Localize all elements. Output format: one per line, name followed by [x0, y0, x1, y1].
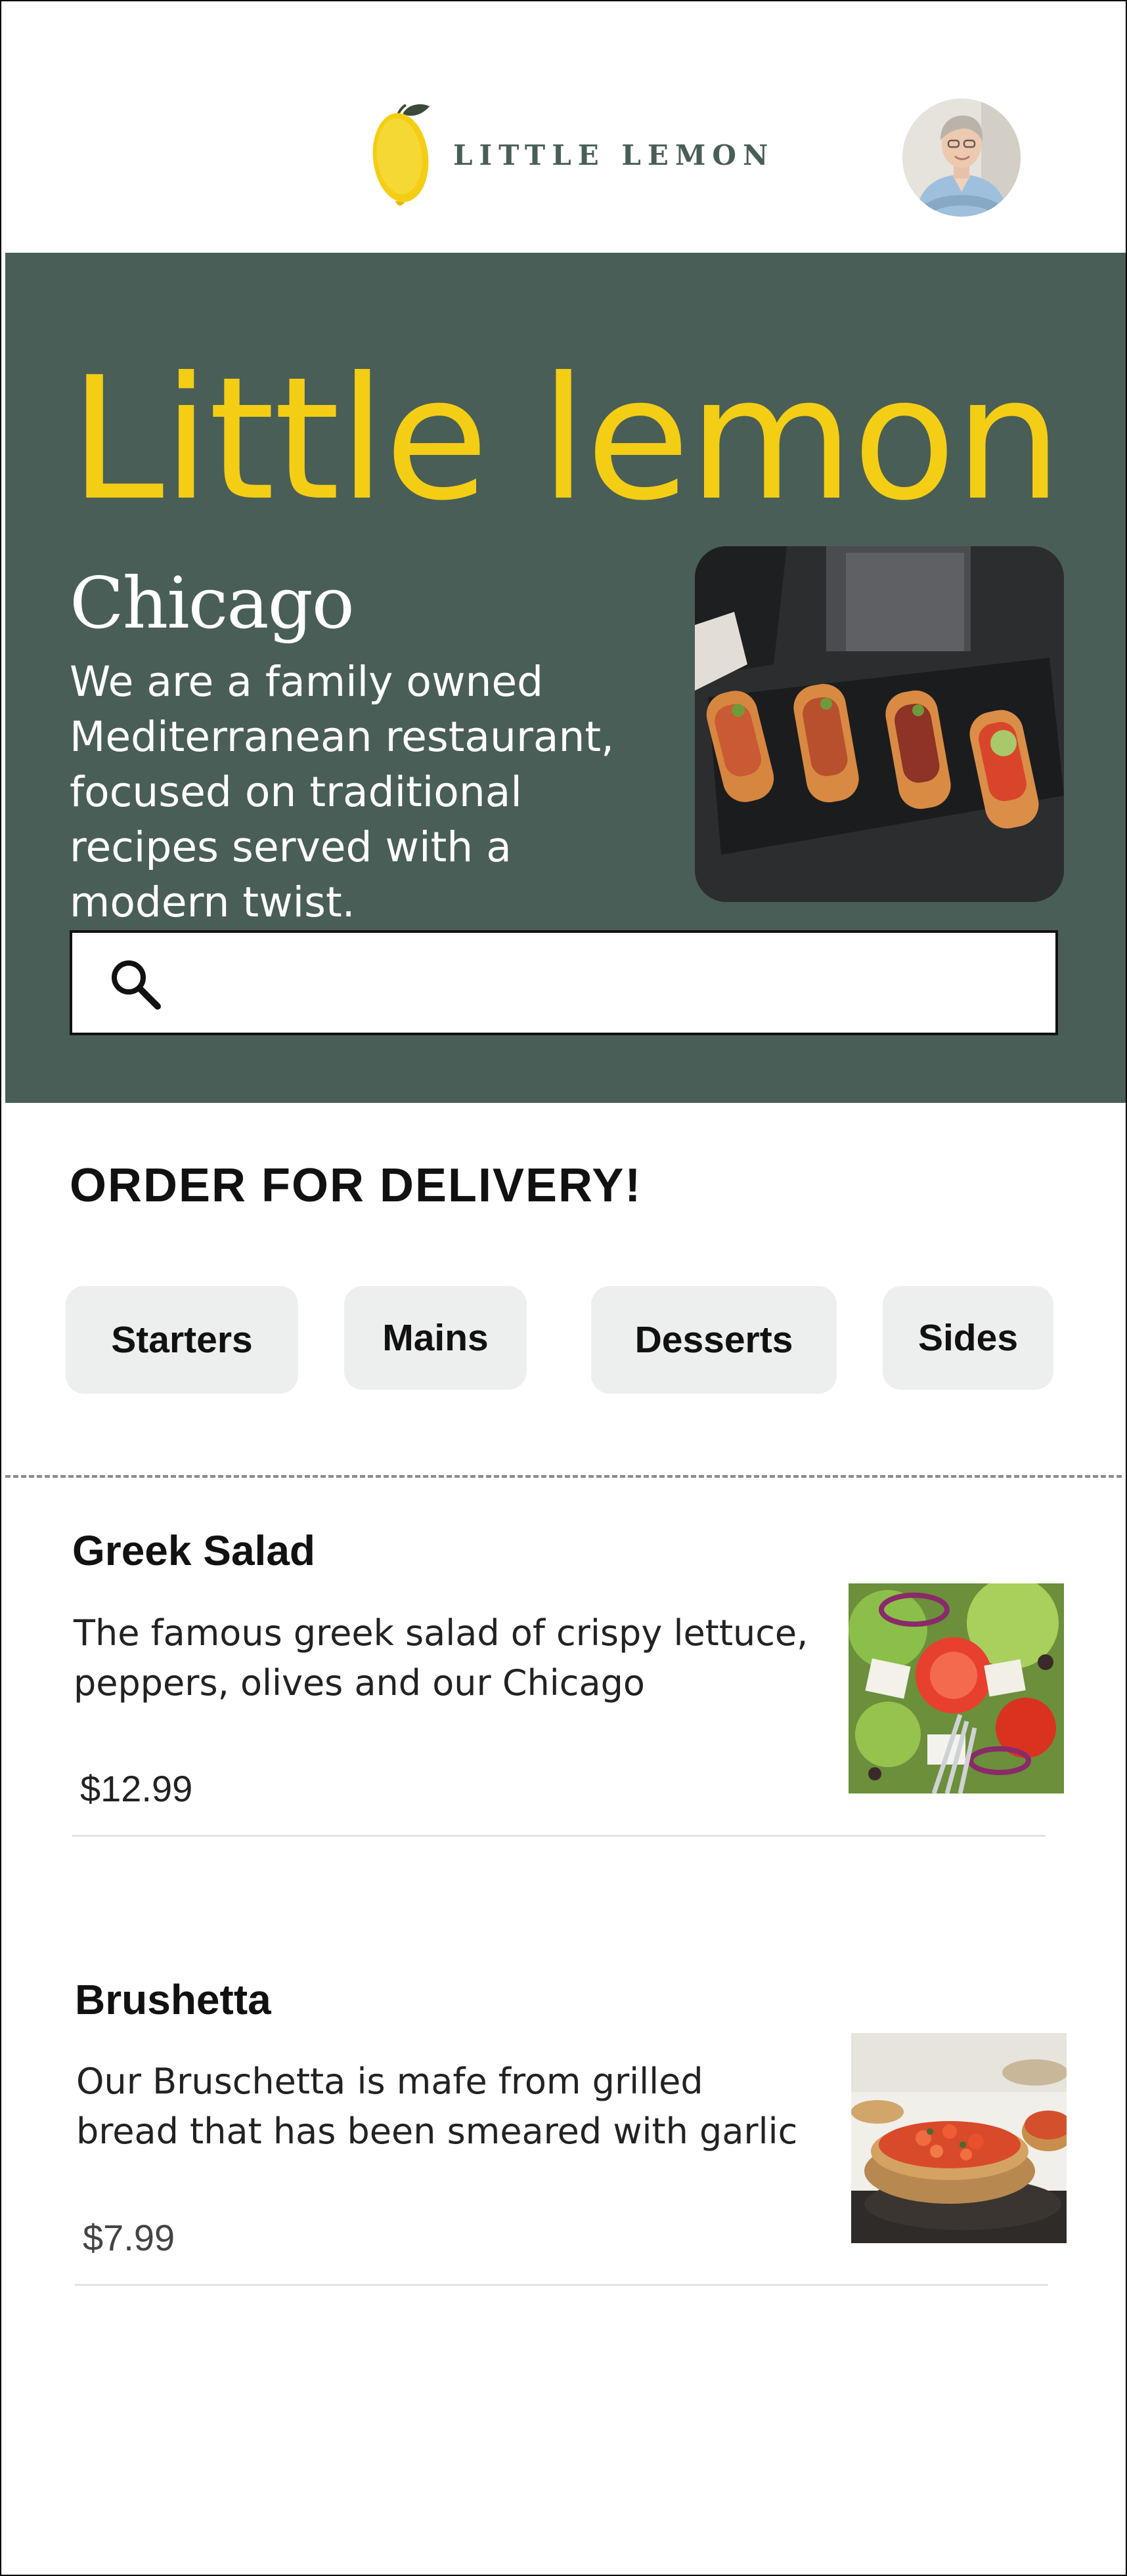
- hero-description: We are a family owned Mediterranean rest…: [70, 658, 615, 926]
- category-desserts[interactable]: Desserts: [591, 1286, 837, 1394]
- item-name: Greek Salad: [72, 1527, 315, 1574]
- app-header: LITTLE LEMON: [1, 1, 1126, 253]
- category-mains[interactable]: Mains: [344, 1286, 527, 1390]
- category-label: Starters: [111, 1319, 253, 1361]
- item-name: Brushetta: [75, 1976, 271, 2023]
- search-bar[interactable]: [70, 930, 1058, 1035]
- hero-section: Little lemon Chicago We are a family own…: [5, 253, 1126, 1103]
- bruschetta-image: [851, 2033, 1067, 2243]
- profile-avatar[interactable]: [902, 98, 1021, 217]
- category-starters[interactable]: Starters: [66, 1286, 298, 1394]
- order-section-title: ORDER FOR DELIVERY!: [70, 1159, 642, 1212]
- item-description: The famous greek salad of crispy lettuce…: [74, 1612, 808, 1704]
- item-separator: [72, 1835, 1046, 1837]
- category-label: Desserts: [634, 1319, 793, 1361]
- item-description: Our Bruschetta is mafe from grilled brea…: [76, 2061, 798, 2152]
- category-label: Sides: [917, 1317, 1019, 1359]
- category-label: Mains: [382, 1317, 489, 1359]
- hero-city: Chicago: [70, 563, 355, 645]
- section-divider: [5, 1475, 1122, 1478]
- app-screen: LITTLE LEMON Little lemon Chicago We are…: [0, 0, 1127, 2576]
- item-price: $7.99: [83, 2217, 175, 2258]
- lemon-icon: [372, 104, 430, 206]
- item-price: $12.99: [80, 1768, 193, 1809]
- bruschetta-platter-image: [695, 546, 1064, 902]
- greek-salad-image: [849, 1583, 1064, 1793]
- logo[interactable]: LITTLE LEMON: [369, 100, 768, 211]
- item-separator: [75, 2284, 1048, 2286]
- category-sides[interactable]: Sides: [883, 1286, 1053, 1390]
- avatar-image: [902, 98, 1021, 217]
- search-input[interactable]: [184, 946, 1040, 1020]
- search-icon[interactable]: [106, 955, 166, 1014]
- logo-text: LITTLE LEMON: [453, 139, 775, 171]
- hero-title: Little lemon: [70, 341, 1062, 538]
